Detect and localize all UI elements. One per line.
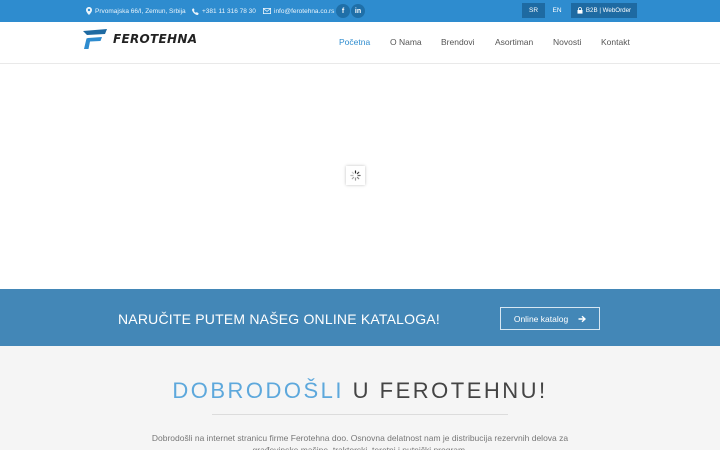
phone-icon — [192, 7, 199, 15]
b2b-label: B2B | WebOrder — [585, 7, 632, 14]
phone-info[interactable]: +381 11 316 78 30 — [192, 0, 256, 22]
language-en-button[interactable]: EN — [546, 3, 568, 18]
nav-item-brendovi[interactable]: Brendovi — [441, 37, 475, 47]
arrow-right-icon — [578, 315, 587, 322]
nav-item-o-nama[interactable]: O Nama — [390, 37, 422, 47]
envelope-icon — [263, 8, 271, 14]
cta-text: NARUČITE PUTEM NAŠEG ONLINE KATALOGA! — [118, 311, 440, 327]
nav-item-pocetna[interactable]: Početna — [339, 37, 370, 47]
welcome-section: DOBRODOŠLI U FEROTEHNU! Dobrodošli na in… — [0, 346, 720, 450]
language-sr-button[interactable]: SR — [522, 3, 545, 18]
nav-item-asortiman[interactable]: Asortiman — [495, 37, 533, 47]
welcome-title: DOBRODOŠLI U FEROTEHNU! — [0, 378, 720, 404]
nav-item-novosti[interactable]: Novosti — [553, 37, 581, 47]
email-info[interactable]: info@ferotehna.co.rs — [263, 0, 334, 22]
welcome-title-rest: U FEROTEHNU! — [344, 378, 548, 403]
address-info: Prvomajska 66/I, Zemun, Srbija — [86, 0, 186, 22]
address-text: Prvomajska 66/I, Zemun, Srbija — [95, 7, 186, 15]
lock-icon — [577, 7, 583, 14]
nav-item-kontakt[interactable]: Kontakt — [601, 37, 630, 47]
logo[interactable]: FEROTEHNA — [82, 28, 197, 50]
catalog-cta-band: NARUČITE PUTEM NAŠEG ONLINE KATALOGA! — [0, 289, 720, 346]
online-catalog-button[interactable]: Online katalog — [500, 307, 600, 330]
hero-slider[interactable] — [0, 65, 720, 289]
facebook-icon[interactable]: f — [336, 4, 350, 18]
ferotehna-logo-icon — [83, 29, 107, 49]
b2b-weborder-button[interactable]: B2B | WebOrder — [571, 3, 637, 18]
map-marker-icon — [86, 7, 92, 15]
online-catalog-label: Online katalog — [513, 313, 569, 324]
title-divider — [212, 414, 508, 415]
welcome-text: Dobrodošli na internet stranicu firme Fe… — [151, 433, 569, 450]
phone-text: +381 11 316 78 30 — [202, 7, 256, 15]
logo-text: FEROTEHNA — [113, 32, 198, 46]
main-header: FEROTEHNA Početna O Nama Brendovi Asorti… — [0, 22, 720, 64]
linkedin-icon[interactable]: in — [351, 4, 365, 18]
loading-spinner-icon — [346, 166, 365, 185]
welcome-title-accent: DOBRODOŠLI — [172, 378, 345, 403]
top-info-bar: Prvomajska 66/I, Zemun, Srbija +381 11 3… — [0, 0, 720, 22]
email-text: info@ferotehna.co.rs — [274, 7, 335, 15]
